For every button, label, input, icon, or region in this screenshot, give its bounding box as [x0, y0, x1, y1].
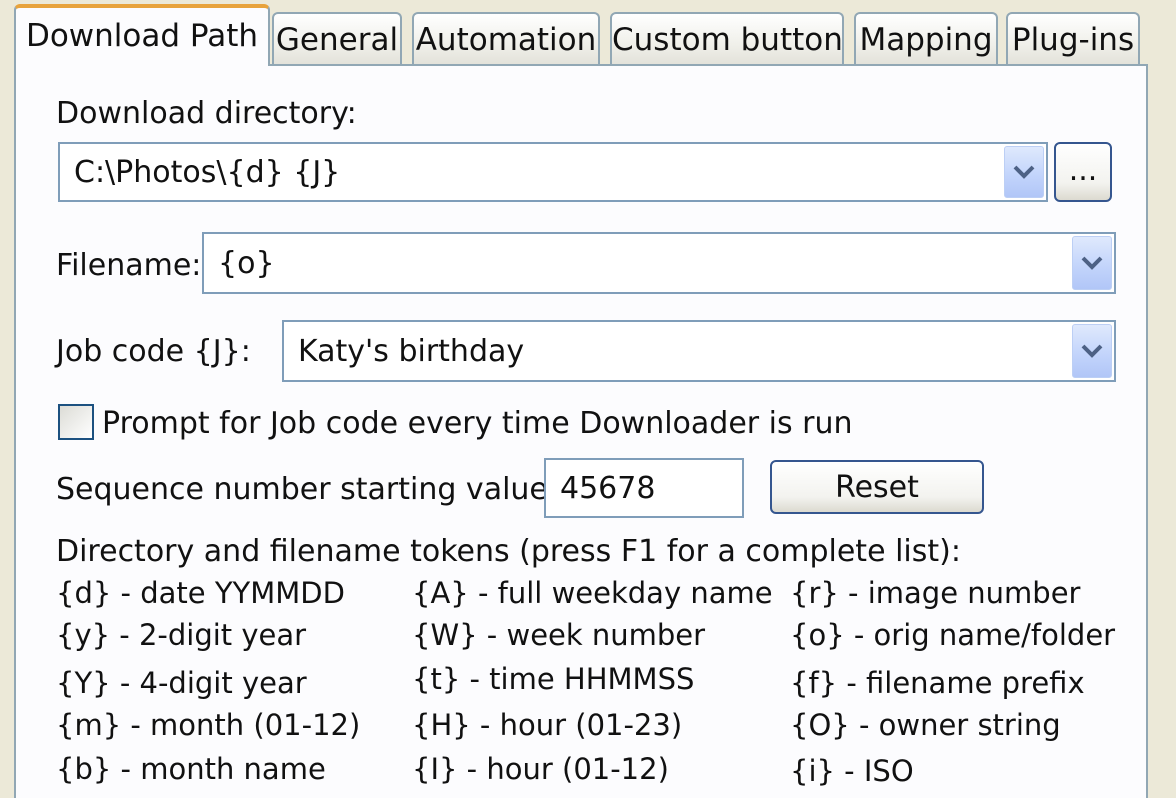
token-item: {f} - filename prefix	[790, 666, 1085, 700]
prompt-job-code-label: Prompt for Job code every time Downloade…	[102, 406, 853, 441]
token-item: {t} - time HHMMSS	[412, 662, 695, 696]
token-item: {W} - week number	[412, 618, 706, 652]
sequence-input[interactable]: 45678	[544, 458, 744, 518]
token-item: {I} - hour (01-12)	[412, 752, 669, 786]
download-directory-dropdown-button[interactable]	[1004, 146, 1044, 198]
options-dialog: Download Path General Automation Custom …	[0, 0, 1176, 798]
token-item: {H} - hour (01-23)	[412, 708, 683, 742]
filename-dropdown-button[interactable]	[1072, 236, 1112, 290]
token-item: {b} - month name	[56, 752, 326, 786]
token-item: {m} - month (01-12)	[56, 708, 361, 742]
filename-value: {o}	[218, 245, 275, 281]
chevron-down-icon	[1081, 256, 1103, 270]
filename-combo[interactable]: {o}	[202, 232, 1116, 294]
token-item: {d} - date YYMMDD	[56, 576, 345, 610]
sequence-label: Sequence number starting value:	[56, 472, 558, 507]
chevron-down-icon	[1013, 165, 1035, 179]
tab-automation[interactable]: Automation	[412, 12, 600, 64]
job-code-dropdown-button[interactable]	[1072, 324, 1112, 378]
filename-label: Filename:	[56, 248, 202, 283]
token-item: {A} - full weekday name	[412, 576, 773, 610]
download-directory-label: Download directory:	[56, 96, 357, 131]
download-path-panel: Download directory: C:\Photos\{d} {J} ..…	[14, 64, 1148, 798]
token-item: {o} - orig name/folder	[790, 618, 1116, 652]
tab-custom-button[interactable]: Custom button	[610, 12, 844, 64]
token-item: {Y} - 4-digit year	[56, 666, 307, 700]
tab-plug-ins[interactable]: Plug-ins	[1006, 12, 1140, 64]
token-item: {r} - image number	[790, 576, 1081, 610]
download-directory-combo[interactable]: C:\Photos\{d} {J}	[58, 142, 1048, 202]
token-item: {i} - ISO	[790, 754, 914, 788]
prompt-job-code-checkbox[interactable]	[58, 404, 94, 440]
tab-mapping[interactable]: Mapping	[854, 12, 998, 64]
tab-general[interactable]: General	[272, 12, 402, 64]
token-item: {y} - 2-digit year	[56, 618, 307, 652]
job-code-value: Katy's birthday	[298, 333, 525, 369]
tokens-heading: Directory and filename tokens (press F1 …	[56, 534, 961, 569]
job-code-label: Job code {J}:	[56, 334, 251, 369]
chevron-down-icon	[1081, 344, 1103, 358]
tab-download-path[interactable]: Download Path	[14, 4, 270, 68]
browse-button[interactable]: ...	[1054, 142, 1112, 202]
token-item: {O} - owner string	[790, 708, 1061, 742]
download-directory-value: C:\Photos\{d} {J}	[74, 154, 341, 190]
reset-button[interactable]: Reset	[770, 460, 984, 514]
job-code-combo[interactable]: Katy's birthday	[282, 320, 1116, 382]
